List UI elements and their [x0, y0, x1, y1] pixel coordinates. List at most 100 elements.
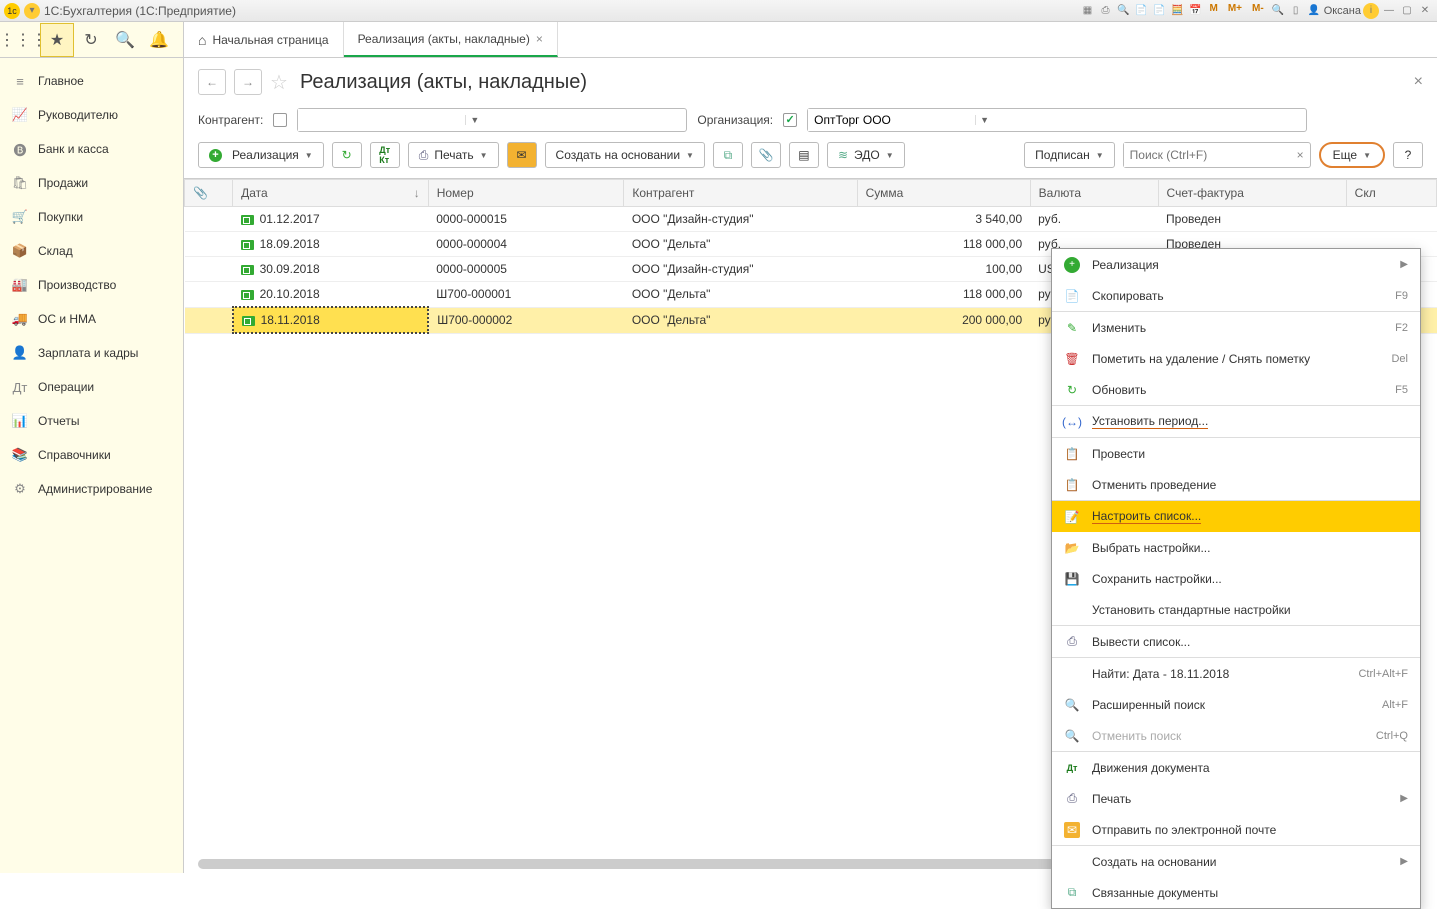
org-input[interactable] [808, 109, 975, 131]
sidebar-item-3[interactable]: 🛍Продажи [0, 166, 183, 200]
ctx-configure-list[interactable]: 📝Настроить список... [1052, 501, 1420, 532]
ctx-unpost[interactable]: 📋Отменить проведение [1052, 469, 1420, 500]
sidebar-item-5[interactable]: 📦Склад [0, 234, 183, 268]
sidebar-item-6[interactable]: 🏭Производство [0, 268, 183, 302]
sheet-icon[interactable]: 📄 [1152, 3, 1168, 19]
counterparty-input[interactable] [298, 109, 465, 131]
org-checkbox[interactable] [783, 113, 797, 127]
ctx-mark-delete[interactable]: 🗑Пометить на удаление / Снять пометкуDel [1052, 343, 1420, 374]
dtk-icon[interactable]: ДтКт [370, 142, 400, 168]
mail-icon[interactable]: ✉ [507, 142, 537, 168]
ctx-create-based[interactable]: Создать на основании▶ [1052, 846, 1420, 877]
ctx-copy[interactable]: 📄СкопироватьF9 [1052, 280, 1420, 311]
sidebar-item-8[interactable]: 👤Зарплата и кадры [0, 336, 183, 370]
org-combo[interactable]: ▼ [807, 108, 1307, 132]
ctx-save-settings[interactable]: 💾Сохранить настройки... [1052, 563, 1420, 594]
close-page-icon[interactable]: × [1414, 73, 1423, 91]
search-box[interactable]: × [1123, 142, 1311, 168]
counterparty-combo[interactable]: ▼ [297, 108, 687, 132]
attach-icon[interactable]: 📎 [751, 142, 781, 168]
ctx-edit[interactable]: ✎ИзменитьF2 [1052, 312, 1420, 343]
print-button[interactable]: ⎙Печать▼ [408, 142, 499, 168]
more-button[interactable]: Еще▼ [1319, 142, 1385, 168]
sidebar-item-2[interactable]: 🅑Банк и касса [0, 132, 183, 166]
info-icon[interactable]: i [1363, 3, 1379, 19]
counterparty-checkbox[interactable] [273, 113, 287, 127]
related-docs-icon[interactable]: ⧉ [713, 142, 743, 168]
sidebar-item-11[interactable]: 📚Справочники [0, 438, 183, 472]
favorite-icon[interactable]: ★ [40, 23, 74, 57]
column-header[interactable]: Дата [233, 180, 429, 207]
column-header[interactable]: Номер [428, 180, 624, 207]
column-header[interactable]: Счет-фактура [1158, 180, 1346, 207]
clear-search-icon[interactable]: × [1291, 148, 1310, 162]
ctx-movements[interactable]: ДтДвижения документа [1052, 752, 1420, 783]
ctx-set-period[interactable]: (↔)Установить период... [1052, 406, 1420, 437]
column-header[interactable]: 📎 [185, 180, 233, 207]
calc-icon[interactable]: 🧮 [1170, 3, 1186, 19]
ctx-related[interactable]: ⧉Связанные документы [1052, 877, 1420, 908]
ctx-realization[interactable]: +Реализация▶ [1052, 249, 1420, 280]
sidebar-item-4[interactable]: 🛒Покупки [0, 200, 183, 234]
ctx-refresh[interactable]: ↻ОбновитьF5 [1052, 374, 1420, 405]
nav-forward-button[interactable]: → [234, 69, 262, 95]
bookmark-star-icon[interactable]: ☆ [270, 70, 288, 95]
tab-home[interactable]: Начальная страница [184, 22, 344, 57]
create-based-button[interactable]: Создать на основании▼ [545, 142, 705, 168]
ctx-cancel-search[interactable]: 🔍Отменить поискCtrl+Q [1052, 720, 1420, 751]
ctx-adv-search[interactable]: 🔍Расширенный поискAlt+F [1052, 689, 1420, 720]
tool-icon[interactable]: ▦ [1080, 3, 1096, 19]
panel-icon[interactable]: ▯ [1288, 3, 1304, 19]
document-icon [241, 290, 254, 300]
nav-back-button[interactable]: ← [198, 69, 226, 95]
sidebar-item-7[interactable]: 🚚ОС и НМА [0, 302, 183, 336]
chevron-down-icon[interactable]: ▼ [465, 115, 483, 125]
sidebar-item-1[interactable]: 📈Руководителю [0, 98, 183, 132]
ctx-print[interactable]: ⎙Печать▶ [1052, 783, 1420, 814]
column-header[interactable]: Валюта [1030, 180, 1158, 207]
minimize-icon[interactable]: — [1381, 3, 1397, 19]
ctx-select-settings[interactable]: 📂Выбрать настройки... [1052, 532, 1420, 563]
column-header[interactable]: Скл [1346, 180, 1436, 207]
bell-icon[interactable]: 🔔 [142, 23, 176, 57]
print-icon[interactable]: ⎙ [1098, 3, 1114, 19]
mminus-button[interactable]: M- [1248, 3, 1268, 19]
sidebar-item-0[interactable]: ≡Главное [0, 64, 183, 98]
search-input[interactable] [1124, 143, 1291, 167]
m-button[interactable]: M [1206, 3, 1222, 19]
ctx-output-list[interactable]: ⎙Вывести список... [1052, 626, 1420, 657]
ctx-std-settings[interactable]: Установить стандартные настройки [1052, 594, 1420, 625]
help-button[interactable]: ? [1393, 142, 1423, 168]
mplus-button[interactable]: M+ [1224, 3, 1246, 19]
sidebar-item-label: Покупки [38, 210, 83, 224]
edo-button[interactable]: ≋ЭДО▼ [827, 142, 905, 168]
refresh-icon[interactable]: ↻ [332, 142, 362, 168]
ctx-post[interactable]: 📋Провести [1052, 438, 1420, 469]
sidebar-icon: 📚 [12, 447, 28, 463]
sidebar-item-10[interactable]: 📊Отчеты [0, 404, 183, 438]
calendar-icon[interactable]: 📅 [1188, 3, 1204, 19]
realization-button[interactable]: Реализация▼ [198, 142, 324, 168]
apps-icon[interactable]: ⋮⋮⋮ [6, 23, 40, 57]
doc-icon[interactable]: 📄 [1134, 3, 1150, 19]
sidebar-icon: 👤 [12, 345, 28, 361]
search-icon[interactable]: 🔍 [1116, 3, 1132, 19]
ctx-email[interactable]: ✉Отправить по электронной почте [1052, 814, 1420, 845]
tab-close-icon[interactable]: × [536, 32, 543, 46]
magnify-icon[interactable]: 🔍 [108, 23, 142, 57]
column-header[interactable]: Сумма [857, 180, 1030, 207]
close-window-icon[interactable]: ✕ [1417, 3, 1433, 19]
docflow-icon[interactable]: ▤ [789, 142, 819, 168]
app-menu-icon[interactable]: ▾ [24, 3, 40, 19]
column-header[interactable]: Контрагент [624, 180, 857, 207]
history-icon[interactable]: ↻ [74, 23, 108, 57]
chevron-down-icon[interactable]: ▼ [975, 115, 993, 125]
tab-realization[interactable]: Реализация (акты, накладные) × [344, 22, 558, 57]
sidebar-item-12[interactable]: ⚙Администрирование [0, 472, 183, 506]
ctx-find[interactable]: Найти: Дата - 18.11.2018Ctrl+Alt+F [1052, 658, 1420, 689]
signed-button[interactable]: Подписан▼ [1024, 142, 1114, 168]
table-row[interactable]: 01.12.20170000-000015ООО "Дизайн-студия"… [185, 207, 1437, 232]
sidebar-item-9[interactable]: ДтОперации [0, 370, 183, 404]
maximize-icon[interactable]: ▢ [1399, 3, 1415, 19]
zoom-icon[interactable]: 🔍 [1270, 3, 1286, 19]
